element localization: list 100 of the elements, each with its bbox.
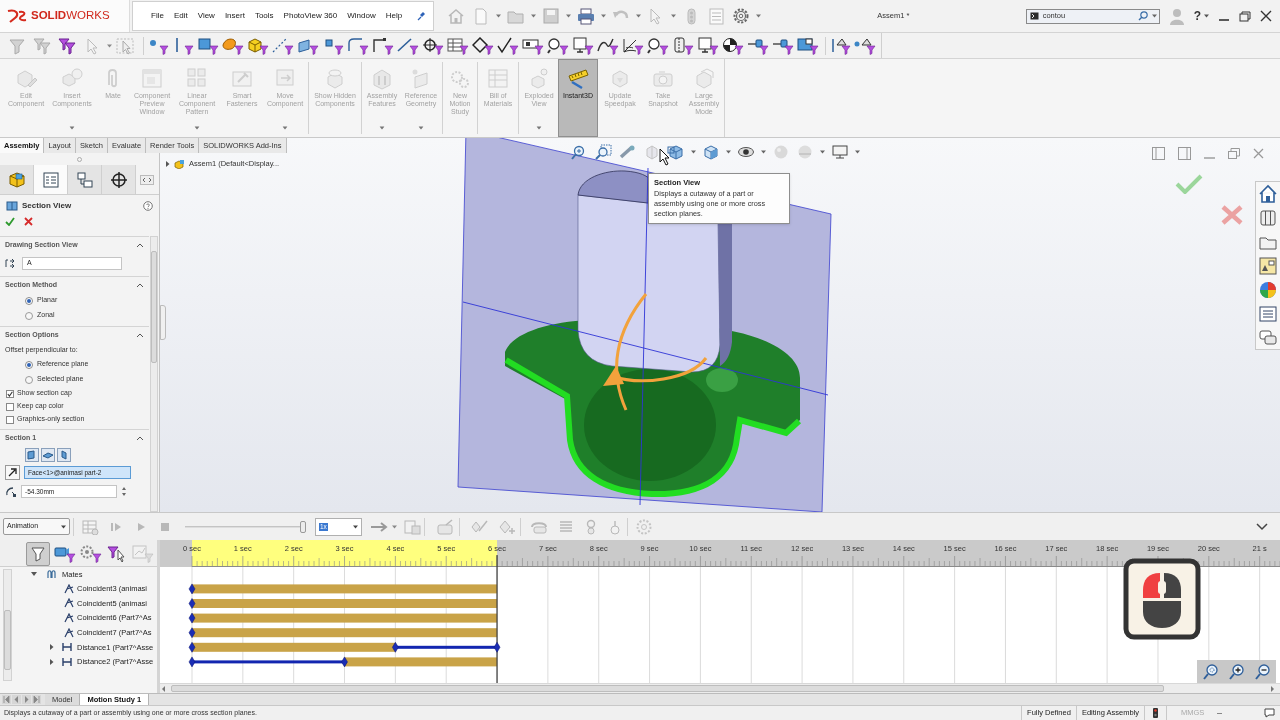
pie-filter-icon[interactable] [722, 36, 744, 55]
square-filter-icon[interactable] [197, 36, 219, 55]
monitor-icon[interactable] [831, 144, 849, 160]
chevron-down-icon[interactable] [1256, 522, 1268, 531]
horizontal-scrollbar[interactable] [160, 683, 1280, 693]
point-filter-icon[interactable] [322, 36, 344, 55]
close-icon[interactable] [1260, 10, 1272, 22]
radio-button[interactable] [25, 311, 33, 320]
point-triangle-filter-icon[interactable] [854, 36, 876, 55]
keyframe-icon[interactable] [341, 656, 348, 668]
frame-filter-icon[interactable] [522, 36, 544, 55]
restore-icon[interactable] [1239, 10, 1251, 22]
radio-button[interactable] [25, 296, 33, 305]
caret-icon[interactable] [691, 150, 696, 154]
checkbox[interactable] [6, 389, 14, 398]
vertical-scrollbar[interactable] [150, 236, 158, 512]
timeline-bar[interactable] [344, 657, 498, 667]
zoom-in-icon[interactable] [1228, 663, 1245, 680]
keyframe-icon[interactable] [188, 598, 196, 609]
keyframe-icon[interactable] [188, 627, 196, 638]
note-filter-icon[interactable] [697, 36, 719, 55]
table-filter-icon[interactable] [447, 36, 469, 55]
filter-button[interactable] [26, 541, 50, 566]
tab-scroll-icon[interactable] [140, 174, 154, 185]
radio-button[interactable] [25, 360, 33, 369]
change-line[interactable] [192, 660, 345, 664]
home-icon[interactable] [1258, 184, 1278, 204]
collapse-icon[interactable] [136, 282, 144, 288]
keyframe-icon[interactable] [188, 612, 196, 624]
caret-icon[interactable] [761, 150, 766, 154]
shape-filter-icon[interactable] [222, 36, 244, 55]
ok-icon[interactable] [5, 216, 15, 226]
hatch-filter-icon[interactable] [622, 36, 644, 55]
rectangle-filter-icon[interactable] [797, 36, 819, 55]
menu-item[interactable]: Tools [254, 10, 274, 22]
pin-icon[interactable] [416, 11, 427, 21]
keyframe-icon[interactable] [188, 656, 196, 668]
list-icon[interactable] [1258, 304, 1278, 324]
chat-icon[interactable] [1258, 328, 1278, 348]
checkbox[interactable] [6, 402, 14, 411]
collapse-icon[interactable] [136, 435, 144, 441]
triangle-filter-icon[interactable] [829, 36, 851, 55]
curve-filter-icon[interactable] [597, 36, 619, 55]
diagonal-line-filter-icon[interactable] [397, 36, 419, 55]
caret-icon[interactable] [726, 150, 731, 154]
picture-icon[interactable] [1258, 256, 1278, 276]
menu-item[interactable]: PhotoView 360 [283, 10, 338, 22]
camera-filter-icon[interactable] [54, 544, 76, 563]
plane-top-icon[interactable] [41, 447, 55, 462]
menu-item[interactable]: Insert [224, 10, 245, 22]
zoom-to-fit-icon[interactable] [1201, 663, 1219, 680]
caret-icon[interactable] [1204, 14, 1209, 18]
grip-icon[interactable] [77, 156, 82, 162]
panel-collapse-handle[interactable] [160, 305, 166, 340]
spinner-icon[interactable] [121, 485, 127, 498]
expand-arrow-icon[interactable] [165, 160, 170, 167]
caret-icon[interactable] [353, 524, 358, 529]
keyframe-icon[interactable] [188, 583, 196, 595]
cube-outline-icon[interactable] [643, 144, 661, 160]
magnifier-filter-icon[interactable] [647, 36, 669, 55]
cube-icon[interactable] [667, 144, 685, 160]
cancel-icon[interactable] [24, 216, 33, 226]
help-button[interactable]: ? [1193, 10, 1201, 22]
bar-arrow-left-icon[interactable] [2, 695, 11, 704]
traffic-light-icon[interactable] [1153, 708, 1158, 718]
dashed-line-filter-icon[interactable] [272, 36, 294, 55]
menu-item[interactable]: Help [385, 10, 403, 22]
check-filter-icon[interactable] [497, 36, 519, 55]
menu-item[interactable]: View [197, 10, 215, 22]
search-icon[interactable] [1137, 11, 1148, 21]
gear-filter-icon[interactable] [80, 544, 102, 563]
caret-icon[interactable] [1151, 14, 1157, 18]
dash-icon[interactable] [1217, 711, 1222, 715]
shaded-cube-icon[interactable] [702, 144, 720, 160]
plane-filter-icon[interactable] [297, 36, 319, 55]
vertical-scrollbar[interactable] [3, 569, 12, 681]
plane-front-icon[interactable] [25, 447, 39, 462]
rotation-arrow[interactable] [603, 293, 708, 411]
time-slider[interactable] [185, 520, 305, 533]
keyframe-icon[interactable] [392, 642, 399, 653]
split-right-icon[interactable] [1178, 147, 1191, 160]
chat-icon[interactable] [1264, 708, 1275, 718]
arrow-right-icon[interactable] [370, 520, 390, 533]
eye-icon[interactable] [737, 144, 755, 160]
pin-filter-icon[interactable] [747, 36, 769, 55]
settings-icon[interactable] [731, 7, 751, 25]
keyframe-icon[interactable] [188, 642, 196, 653]
color-ball-icon[interactable] [1258, 280, 1278, 300]
angle-filter-icon[interactable] [372, 36, 394, 55]
split-left-icon[interactable] [1152, 147, 1165, 160]
expand-arrow-icon[interactable] [31, 571, 37, 578]
menu-item[interactable]: Edit [173, 10, 188, 22]
panel-tab[interactable] [102, 165, 136, 194]
zoom-area-icon[interactable] [595, 144, 613, 160]
pointer-filter-icon[interactable] [106, 544, 128, 563]
note-filter-icon[interactable] [572, 36, 594, 55]
diamond-filter-icon[interactable] [472, 36, 494, 55]
cylinder-filter-icon[interactable] [672, 36, 694, 55]
pin-filter-icon[interactable] [772, 36, 794, 55]
help-icon[interactable] [143, 200, 153, 211]
